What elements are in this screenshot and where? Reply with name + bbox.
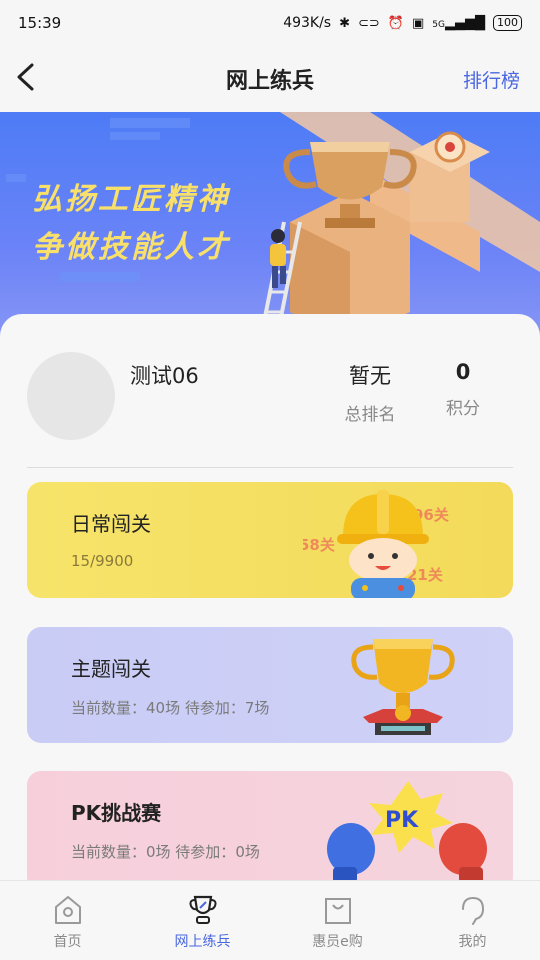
- link-icon: ⊂⊃: [358, 15, 380, 31]
- banner-slogan-2: 争做技能人才: [32, 230, 230, 265]
- daily-challenge-card[interactable]: 日常闯关 15/9900 96关 58关 21关: [27, 482, 513, 598]
- tab-mine-label: 我的: [458, 934, 487, 950]
- daily-challenge-progress: 15/9900: [71, 552, 134, 570]
- tab-home[interactable]: 首页: [0, 881, 135, 960]
- topic-challenge-status: 当前数量：40场 待参加：7场: [71, 699, 270, 717]
- points-value: 0: [455, 360, 471, 384]
- gold-trophy-illustration: [351, 639, 455, 735]
- total-rank-stat: 暂无 总排名: [340, 360, 400, 425]
- status-indicators: 493K/s ✱ ⊂⊃ ⏰ ▣ 5G▂▄▆█ 100: [283, 15, 522, 31]
- signal-label: 5G: [432, 19, 445, 30]
- topic-challenge-title: 主题闯关: [71, 657, 151, 681]
- status-time: 15:39: [18, 14, 62, 32]
- alarm-icon: ⏰: [387, 15, 404, 31]
- user-profile: 测试06 暂无 总排名 0 积分: [0, 314, 540, 464]
- tab-online-training[interactable]: 网上练兵: [135, 881, 270, 960]
- topic-challenge-card[interactable]: 主题闯关 当前数量：40场 待参加：7场: [27, 627, 513, 743]
- home-icon: [54, 896, 81, 924]
- helmet-mascot-illustration: 96关 58关 21关: [303, 490, 449, 598]
- battery-icon: 100: [493, 15, 522, 31]
- shopping-bag-icon: [324, 898, 351, 924]
- boxing-gloves-illustration: PK: [327, 781, 487, 883]
- trophy-icon: [189, 895, 216, 924]
- signal-icon: 5G▂▄▆█: [432, 15, 485, 31]
- nav-bar: 网上练兵 排行榜: [0, 46, 540, 112]
- bottom-tab-bar: 首页 网上练兵 惠员e购 我的: [0, 880, 540, 960]
- battery-level: 100: [497, 16, 518, 29]
- page-title: 网上练兵: [225, 69, 314, 94]
- points-label: 积分: [446, 399, 480, 419]
- rank-value: 暂无: [349, 364, 391, 388]
- pk-challenge-card[interactable]: PK挑战赛 当前数量：0场 待参加：0场 PK: [27, 771, 513, 891]
- badge-58: 58关: [303, 536, 335, 554]
- profile-icon: [461, 896, 484, 925]
- points-stat: 0 积分: [440, 360, 486, 419]
- daily-challenge-title: 日常闯关: [71, 512, 151, 536]
- main-panel: 测试06 暂无 总排名 0 积分 日常闯关 15/9900 96关 58关 21…: [0, 314, 540, 894]
- back-icon[interactable]: [14, 62, 44, 96]
- tab-home-label: 首页: [53, 934, 82, 950]
- pk-badge: PK: [385, 808, 419, 833]
- divider: [27, 467, 513, 468]
- rank-label: 总排名: [344, 405, 396, 425]
- hd-icon: ▣: [412, 15, 425, 31]
- network-speed: 493K/s: [283, 15, 332, 31]
- tab-online-training-label: 网上练兵: [174, 934, 231, 950]
- banner-slogan-1: 弘扬工匠精神: [32, 182, 230, 217]
- bluetooth-icon: ✱: [339, 15, 351, 31]
- tab-member-shop[interactable]: 惠员e购: [270, 881, 405, 960]
- avatar[interactable]: [27, 352, 115, 440]
- username: 测试06: [130, 364, 199, 388]
- pk-challenge-title: PK挑战赛: [71, 801, 162, 825]
- status-bar: 15:39 493K/s ✱ ⊂⊃ ⏰ ▣ 5G▂▄▆█ 100: [0, 0, 540, 46]
- banner: 弘扬工匠精神 争做技能人才: [0, 112, 540, 340]
- pk-challenge-status: 当前数量：0场 待参加：0场: [71, 843, 260, 861]
- trophy-staircase-illustration: [260, 112, 540, 340]
- tab-member-shop-label: 惠员e购: [312, 934, 363, 950]
- tab-mine[interactable]: 我的: [405, 881, 540, 960]
- leaderboard-link[interactable]: 排行榜: [463, 66, 520, 93]
